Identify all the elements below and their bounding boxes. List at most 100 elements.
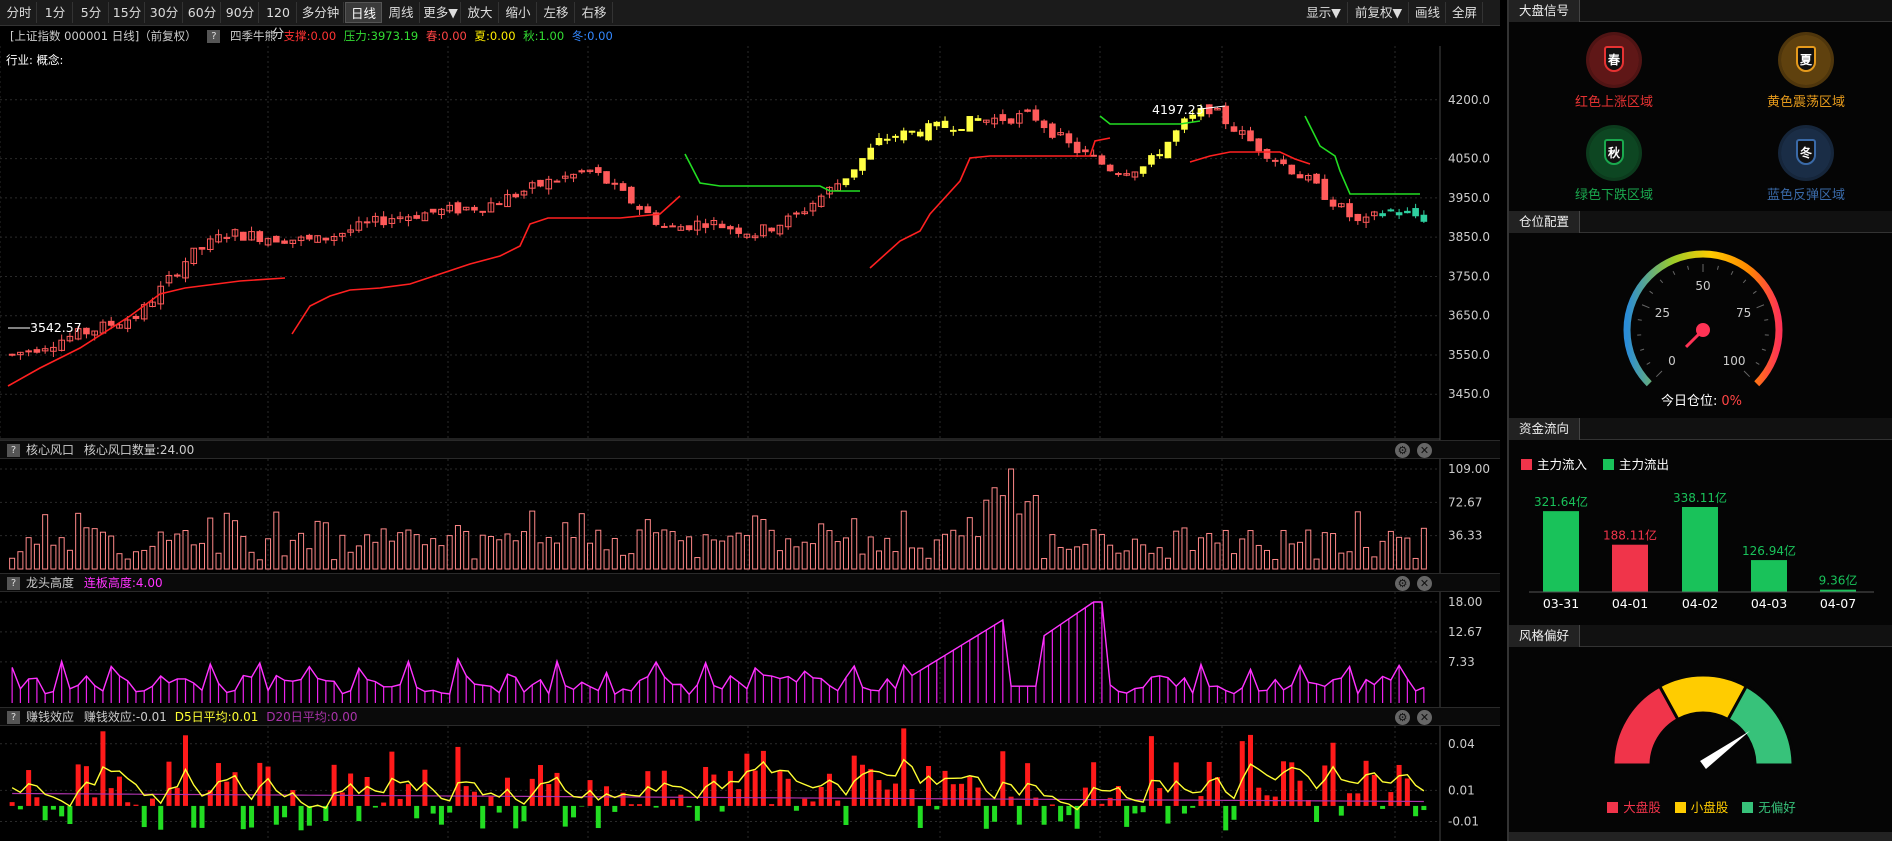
period-button-10[interactable]: 周线 (383, 2, 420, 23)
candle-body (322, 237, 330, 241)
help-icon[interactable]: ? (207, 30, 221, 43)
season-label: 绿色下跌区域 (1574, 188, 1653, 203)
help-icon[interactable]: ? (7, 444, 20, 457)
profit-bar (521, 805, 527, 822)
period-button-15[interactable]: 右移 (576, 2, 613, 23)
tool-button-2[interactable]: 画线 (1410, 2, 1446, 23)
period-button-7[interactable]: 120分 (260, 2, 297, 41)
period-button-3[interactable]: 15分 (110, 2, 145, 23)
profit-bar (1231, 805, 1237, 820)
core-bar (537, 542, 544, 570)
shield-icon: 夏 (1796, 46, 1816, 72)
profit-bar (546, 784, 552, 806)
core-bar (1363, 546, 1370, 570)
season-2[interactable]: 秋绿色下跌区域 (1539, 128, 1689, 203)
profit-bar (859, 764, 865, 806)
candle-body (239, 231, 247, 241)
core-bar (1181, 527, 1188, 570)
tool-button-3[interactable]: 全屏 (1447, 2, 1483, 23)
candle-body (1346, 203, 1353, 218)
flow-legend: 主力流入 主力流出 (1521, 454, 1669, 473)
position-title[interactable]: 仓位配置 (1509, 211, 1581, 233)
season-3[interactable]: 冬蓝色反弹区域 (1731, 128, 1881, 203)
core-bar (1420, 527, 1427, 570)
leader-height-chart[interactable]: 18.00 12.67 7.33 (0, 592, 1500, 707)
profit-bar (1248, 734, 1253, 806)
gear-icon[interactable]: ⚙ (1395, 710, 1410, 725)
core-bar (752, 515, 759, 570)
help-icon[interactable]: ? (7, 711, 20, 724)
core-bar (298, 532, 305, 570)
candle-body (1412, 208, 1419, 217)
core-bar (1280, 529, 1287, 570)
candle-body (1073, 141, 1081, 154)
candle-body (1321, 178, 1329, 200)
period-button-9[interactable]: 日线 (345, 2, 382, 23)
gear-icon[interactable]: ⚙ (1395, 443, 1410, 458)
period-button-8[interactable]: 多分钟 (298, 2, 344, 23)
period-button-0[interactable]: 分时 (2, 2, 37, 23)
profit-bar (1396, 764, 1402, 806)
period-button-14[interactable]: 左移 (538, 2, 575, 23)
profit-effect-chart[interactable]: 0.04 0.01 -0.01 (0, 726, 1500, 841)
core-bar (1321, 532, 1328, 570)
indicator-name: 四季牛熊 (230, 29, 276, 43)
candle-body (1354, 213, 1362, 222)
profit-bar (298, 805, 304, 831)
core-bar (1041, 558, 1048, 570)
profit-bar (141, 805, 147, 828)
candle-body (512, 193, 520, 198)
period-button-11[interactable]: 更多▼ (421, 2, 461, 23)
profit-bar (125, 802, 131, 806)
help-icon[interactable]: ? (7, 577, 20, 590)
season-1[interactable]: 夏黄色震荡区域 (1731, 35, 1881, 110)
period-button-12[interactable]: 放大 (462, 2, 499, 23)
candle-body (1222, 105, 1230, 125)
candlestick-chart[interactable]: 4200.0 4050.0 3950.0 3850.0 3750.0 3650.0 3550… (0, 46, 1500, 446)
core-bar (702, 534, 709, 570)
period-button-2[interactable]: 5分 (74, 2, 109, 23)
candle-body (941, 120, 949, 128)
profit-bar (1066, 805, 1072, 816)
core-bar (1272, 558, 1279, 570)
period-button-1[interactable]: 1分 (38, 2, 73, 23)
panel-name: 核心风口 (26, 443, 75, 457)
core-bar (892, 551, 899, 570)
tool-button-0[interactable]: 显示▼ (1300, 2, 1348, 23)
panel-value: 核心风口数量:24.00 (83, 443, 195, 457)
profit-bar (1388, 792, 1394, 806)
tool-button-1[interactable]: 前复权▼ (1349, 2, 1409, 23)
close-icon[interactable]: ✕ (1417, 710, 1432, 725)
core-bar (99, 531, 106, 570)
core-bar (644, 519, 651, 570)
core-bar (1412, 557, 1419, 570)
profit-bar (1190, 805, 1196, 808)
season-0[interactable]: 春红色上涨区域 (1539, 35, 1689, 110)
signal-title[interactable]: 大盘信号 (1509, 0, 1581, 22)
close-icon[interactable]: ✕ (1417, 576, 1432, 591)
style-title[interactable]: 风格偏好 (1509, 625, 1581, 647)
core-bar (1379, 540, 1386, 570)
candle-body (1098, 155, 1106, 165)
candle-body (1247, 130, 1254, 142)
gear-icon[interactable]: ⚙ (1395, 576, 1410, 591)
candle-body (999, 114, 1007, 121)
period-button-4[interactable]: 30分 (146, 2, 183, 23)
core-bar (512, 540, 519, 570)
core-bar (83, 527, 90, 570)
period-button-5[interactable]: 60分 (184, 2, 221, 23)
core-bar (1214, 542, 1221, 570)
y-tick-label: 3550.0 (1448, 348, 1490, 362)
core-bar (66, 549, 73, 570)
period-button-6[interactable]: 90分 (222, 2, 259, 23)
core-bar (33, 543, 40, 570)
core-count-chart[interactable]: 109.00 72.67 36.33 (0, 459, 1500, 573)
profit-bar (1049, 804, 1055, 806)
candle-body (1065, 133, 1073, 144)
period-button-13[interactable]: 缩小 (500, 2, 537, 23)
core-bar (223, 512, 230, 570)
flow-date-label: 04-07 (1820, 596, 1856, 611)
flow-title[interactable]: 资金流向 (1509, 418, 1581, 440)
core-bar (487, 535, 494, 570)
close-icon[interactable]: ✕ (1417, 443, 1432, 458)
